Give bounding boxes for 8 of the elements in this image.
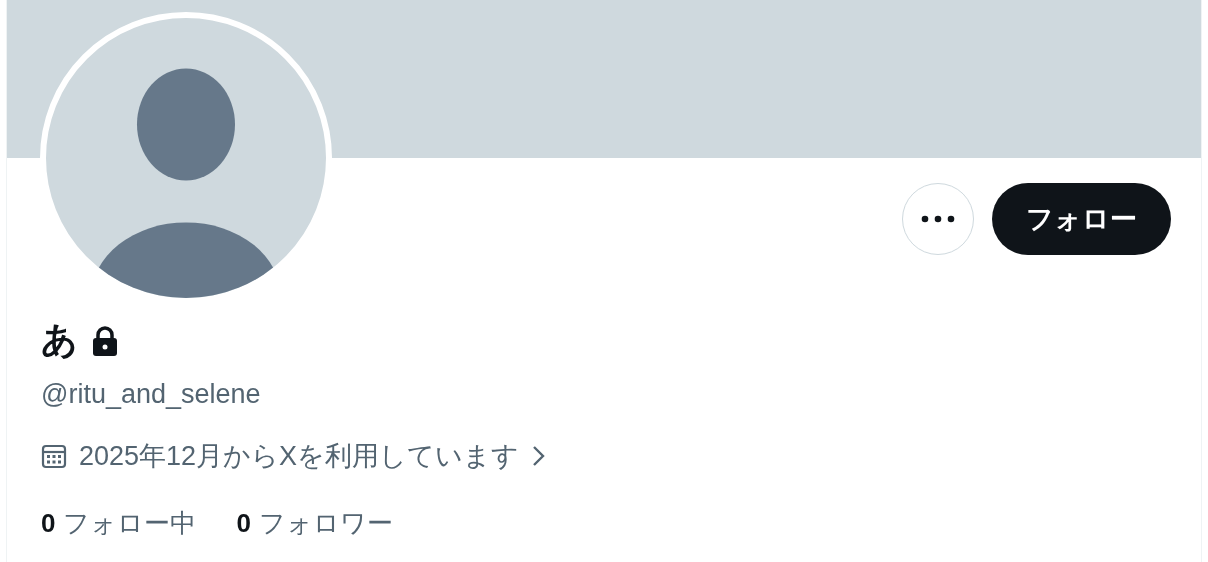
calendar-icon	[41, 443, 67, 469]
more-icon	[921, 215, 955, 223]
username: @ritu_and_selene	[41, 379, 262, 410]
follow-stat-link[interactable]: 0 フォロワー	[236, 506, 393, 541]
join-date: 2025年12月からXを利用しています	[79, 440, 520, 473]
display-name: あ	[41, 318, 78, 362]
follow-button[interactable]: フォロー	[992, 183, 1171, 255]
follow-stat-link[interactable]: 0 フォロー中	[41, 506, 197, 541]
